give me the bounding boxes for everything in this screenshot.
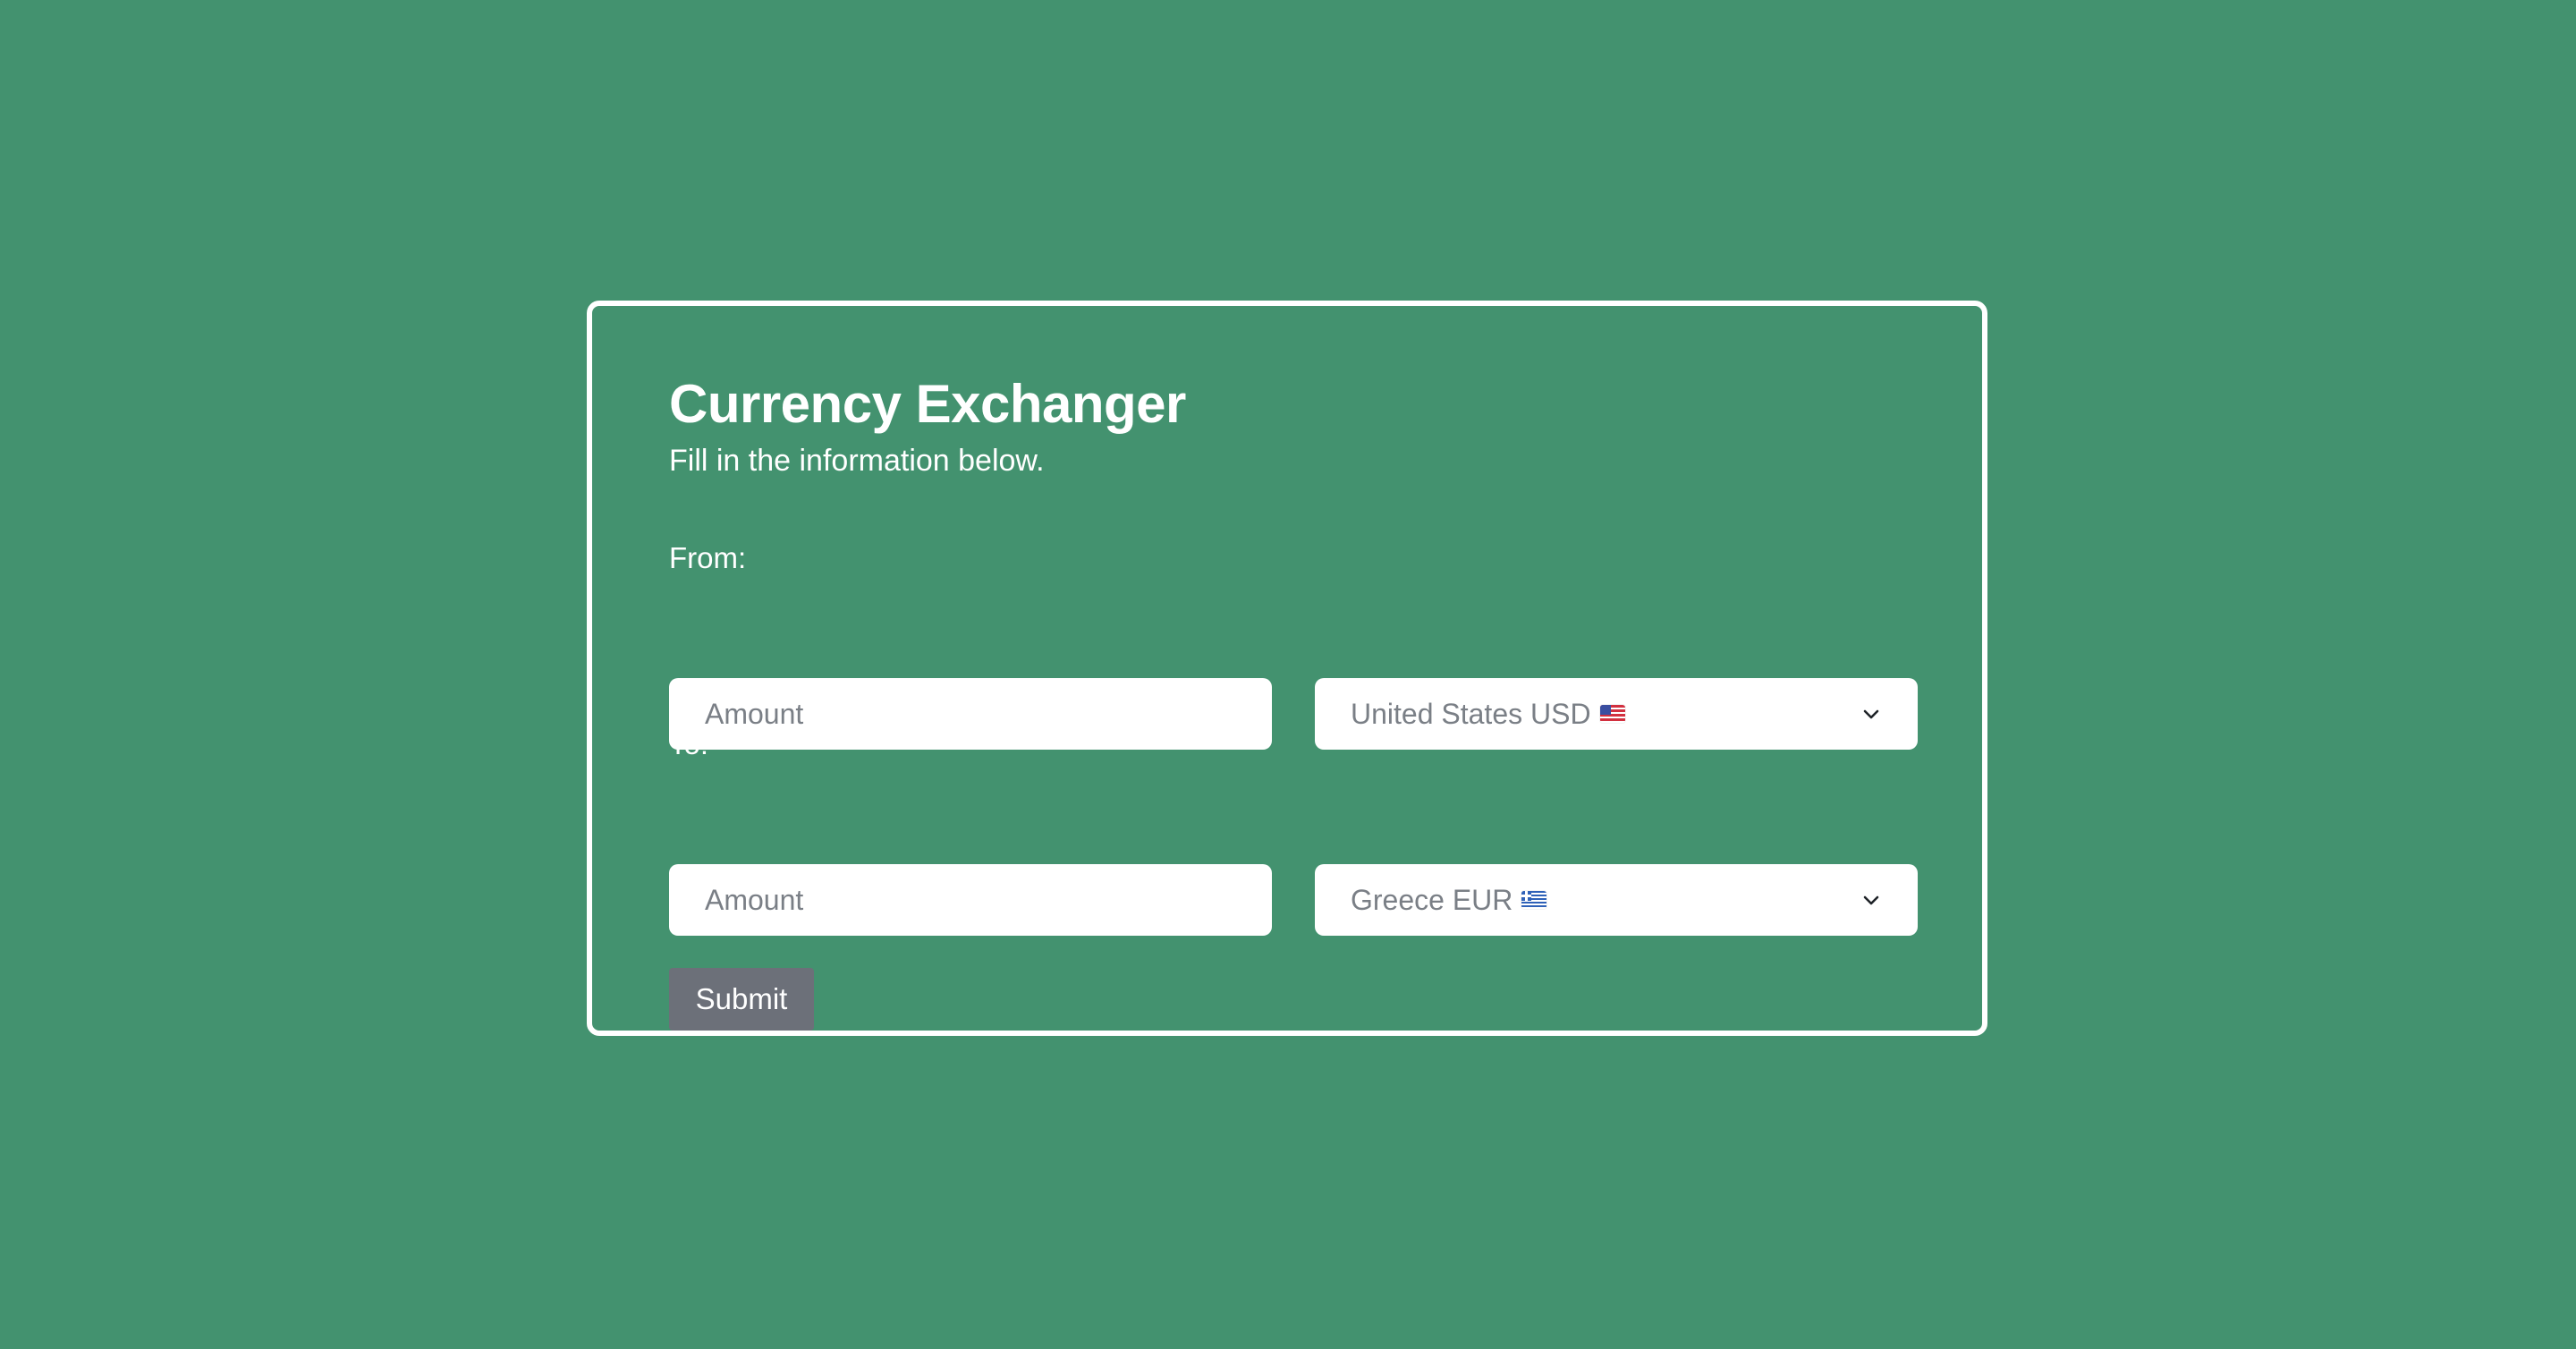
card-content: Currency Exchanger Fill in the informati… xyxy=(669,370,1918,1031)
from-label: From: xyxy=(669,541,747,574)
greece-flag-icon xyxy=(1521,891,1547,909)
to-currency-value: Greece EUR xyxy=(1351,883,1547,917)
to-currency-select[interactable]: Greece EUR xyxy=(1315,864,1918,936)
to-amount-placeholder: Amount xyxy=(705,883,804,916)
from-currency-value: United States USD xyxy=(1351,698,1625,731)
submit-button[interactable]: Submit xyxy=(669,968,814,1031)
from-amount-input[interactable]: Amount xyxy=(669,678,1272,750)
currency-exchanger-card: Currency Exchanger Fill in the informati… xyxy=(587,301,1987,1036)
chevron-down-icon xyxy=(1860,889,1882,911)
to-currency-text: Greece EUR xyxy=(1351,883,1513,916)
to-label: To: xyxy=(669,727,709,760)
from-currency-select[interactable]: United States USD xyxy=(1315,678,1918,750)
from-currency-text: United States USD xyxy=(1351,697,1591,730)
from-amount-placeholder: Amount xyxy=(705,697,804,730)
page-title: Currency Exchanger xyxy=(669,374,1186,434)
us-flag-icon xyxy=(1599,705,1625,723)
chevron-down-icon xyxy=(1860,703,1882,725)
page-subtitle: Fill in the information below. xyxy=(669,444,1045,478)
to-amount-input[interactable]: Amount xyxy=(669,864,1272,936)
